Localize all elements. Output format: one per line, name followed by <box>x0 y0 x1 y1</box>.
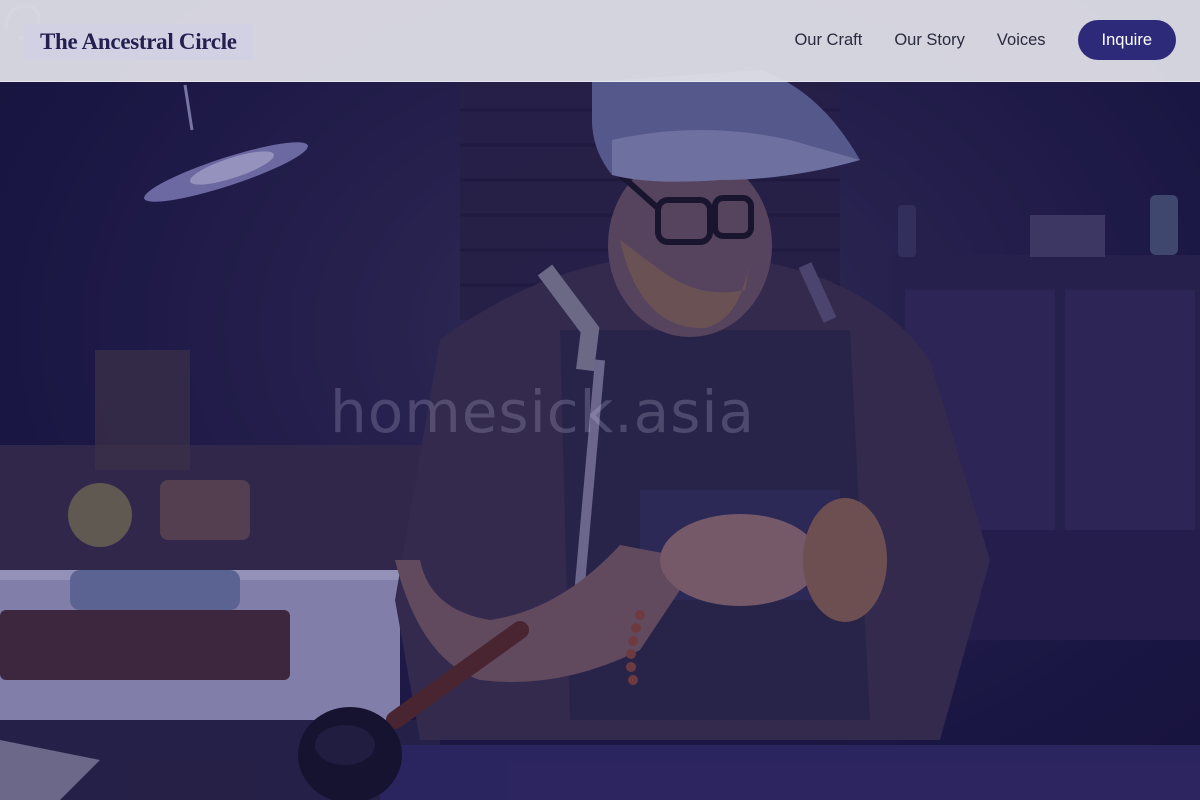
nav-link-our-story[interactable]: Our Story <box>894 31 965 50</box>
hero-image: homesick.asia <box>0 0 1200 800</box>
watermark-text: homesick.asia <box>330 378 756 446</box>
brand-logo[interactable]: The Ancestral Circle <box>24 24 253 60</box>
main-nav: Our Craft Our Story Voices Inquire <box>794 20 1176 60</box>
nav-link-voices[interactable]: Voices <box>997 31 1046 50</box>
site-header: The Ancestral Circle Our Craft Our Story… <box>0 0 1200 82</box>
inquire-button[interactable]: Inquire <box>1077 20 1176 60</box>
nav-link-our-craft[interactable]: Our Craft <box>794 31 862 50</box>
